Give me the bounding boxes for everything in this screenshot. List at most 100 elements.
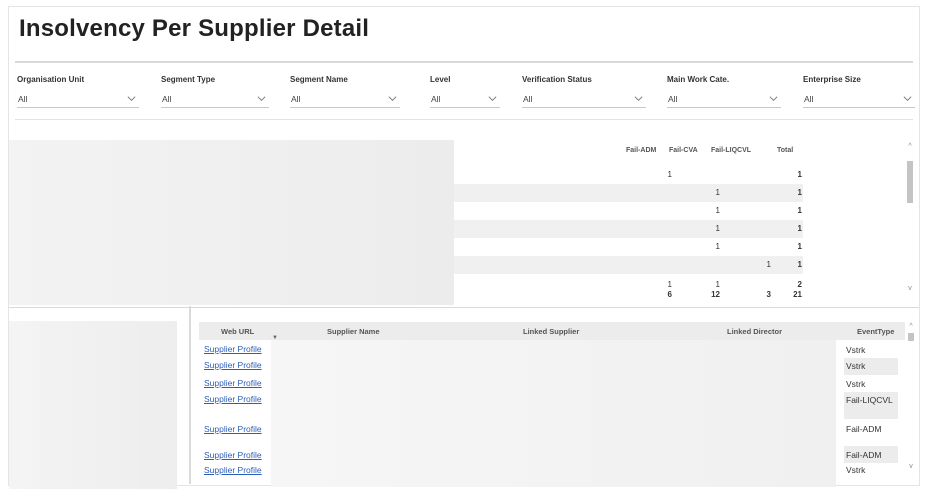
matrix-cell: 1: [715, 188, 720, 197]
matrix-cell: 1: [715, 206, 720, 215]
segment-name-dropdown[interactable]: All: [290, 92, 400, 108]
redacted-supplier-list-area: [9, 321, 177, 489]
event-type-value: Vstrk: [846, 361, 866, 371]
scroll-down-arrow-icon[interactable]: v: [906, 463, 916, 471]
event-type-cell: Fail-ADM: [844, 446, 898, 463]
section-vertical-divider: [189, 306, 191, 484]
event-type-value: Vstrk: [846, 465, 866, 475]
level-dropdown[interactable]: All: [430, 92, 500, 108]
matrix-total-row: 6 12 3 21: [454, 286, 803, 300]
scroll-up-arrow-icon[interactable]: ^: [906, 323, 916, 331]
slicer-value: All: [162, 94, 172, 104]
event-type-value: Fail-ADM: [846, 450, 882, 460]
matrix-header-fail-adm: Fail-ADM: [626, 147, 657, 154]
table-row: Supplier Profile Vstrk: [199, 463, 905, 483]
event-type-cell: Vstrk: [844, 341, 898, 358]
matrix-cell-total: 1: [797, 224, 802, 233]
matrix-cell: 1: [715, 224, 720, 233]
matrix-scrollbar[interactable]: ^ v: [905, 143, 915, 301]
chevron-down-icon: [903, 96, 912, 101]
column-header-supplier-name[interactable]: Supplier Name: [327, 327, 380, 336]
matrix-row: 1 1: [454, 256, 803, 274]
event-type-cell: Fail-ADM: [844, 419, 898, 446]
slicer-value: All: [18, 94, 28, 104]
table-row: Supplier Profile Vstrk: [199, 358, 905, 375]
slicer-verification-status: Verification Status All: [522, 75, 646, 108]
supplier-profile-link[interactable]: Supplier Profile: [204, 465, 262, 475]
table-scrollbar[interactable]: ^ v: [906, 323, 916, 473]
table-row: Supplier Profile Fail-ADM: [199, 446, 905, 463]
segment-type-dropdown[interactable]: All: [161, 92, 269, 108]
scroll-up-arrow-icon[interactable]: ^: [905, 143, 915, 151]
redacted-row-labels-area: [9, 140, 454, 305]
column-header-linked-supplier[interactable]: Linked Supplier: [523, 327, 579, 336]
organisation-unit-dropdown[interactable]: All: [17, 92, 139, 108]
matrix-cell-total: 12: [711, 290, 720, 299]
supplier-profile-link[interactable]: Supplier Profile: [204, 360, 262, 370]
matrix-row: 1 1: [454, 166, 803, 184]
matrix-row: 1 1: [454, 220, 803, 238]
slicer-label: Enterprise Size: [803, 75, 861, 84]
slicer-main-work-category: Main Work Cate. All: [667, 75, 781, 108]
matrix-header-total: Total: [777, 147, 794, 154]
title-divider: [15, 61, 913, 63]
scroll-down-arrow-icon[interactable]: v: [905, 285, 915, 293]
scrollbar-thumb[interactable]: [908, 333, 914, 341]
matrix-cell-total: 3: [766, 290, 771, 299]
page-title: Insolvency Per Supplier Detail: [19, 15, 370, 42]
scrollbar-thumb[interactable]: [907, 161, 913, 203]
column-header-event-type[interactable]: EventType: [857, 327, 894, 336]
event-type-value: Fail-LIQCVL: [846, 395, 893, 405]
slicer-level: Level All: [430, 75, 500, 108]
chevron-down-icon: [388, 96, 397, 101]
matrix-row: 1 1: [454, 184, 803, 202]
event-type-cell: Fail-LIQCVL: [844, 392, 898, 419]
matrix-cell-total: 1: [797, 260, 802, 269]
chevron-down-icon: [257, 96, 266, 101]
chevron-down-icon: [634, 96, 643, 101]
supplier-profile-link[interactable]: Supplier Profile: [204, 378, 262, 388]
matrix-header-fail-liqcvl: Fail-LIQCVL: [711, 147, 752, 154]
matrix-cell: 1: [667, 170, 672, 179]
matrix-row: 1 1: [454, 238, 803, 256]
supplier-profile-link[interactable]: Supplier Profile: [204, 394, 262, 404]
supplier-profile-link[interactable]: Supplier Profile: [204, 424, 262, 434]
column-header-web-url[interactable]: Web URL: [221, 327, 254, 336]
event-type-value: Fail-ADM: [846, 424, 882, 434]
slicer-label: Level: [430, 75, 451, 84]
slicer-label: Main Work Cate.: [667, 75, 730, 84]
matrix-cell: 1: [715, 242, 720, 251]
slicer-divider: [15, 119, 913, 120]
matrix-cell-total: 6: [667, 290, 672, 299]
matrix-header-fail-cva: Fail-CVA: [669, 147, 698, 154]
report-page: Insolvency Per Supplier Detail Organisat…: [8, 6, 920, 489]
event-type-matrix: Fail-ADM Fail-CVA Fail-LIQCVL Total 1 1 …: [454, 140, 803, 305]
event-type-value: Vstrk: [846, 345, 866, 355]
slicer-value: All: [523, 94, 533, 104]
table-row: Supplier Profile Fail-ADM: [199, 419, 905, 446]
chevron-down-icon: [127, 96, 136, 101]
supplier-profile-link[interactable]: Supplier Profile: [204, 344, 262, 354]
column-header-linked-director[interactable]: Linked Director: [727, 327, 782, 336]
chevron-down-icon: [769, 96, 778, 101]
slicer-segment-type: Segment Type All: [161, 75, 269, 108]
slicer-label: Verification Status: [522, 75, 592, 84]
matrix-cell-total: 1: [797, 188, 802, 197]
chevron-down-icon: [488, 96, 497, 101]
matrix-cell-total: 21: [793, 290, 802, 299]
slicer-enterprise-size: Enterprise Size All: [803, 75, 915, 108]
slicer-label: Organisation Unit: [17, 75, 85, 84]
slicer-value: All: [668, 94, 678, 104]
verification-status-dropdown[interactable]: All: [522, 92, 646, 108]
main-work-category-dropdown[interactable]: All: [667, 92, 781, 108]
table-row: Supplier Profile Fail-LIQCVL: [199, 392, 905, 419]
event-type-cell: Vstrk: [844, 463, 898, 483]
table-row: Supplier Profile Vstrk: [199, 341, 905, 358]
matrix-row: 1 1: [454, 202, 803, 220]
matrix-cell-total: 1: [797, 206, 802, 215]
matrix-cell-total: 1: [797, 242, 802, 251]
detail-table-header: Web URL Supplier Name Linked Supplier Li…: [199, 322, 905, 340]
supplier-profile-link[interactable]: Supplier Profile: [204, 450, 262, 460]
section-divider: [9, 307, 919, 308]
enterprise-size-dropdown[interactable]: All: [803, 92, 915, 108]
